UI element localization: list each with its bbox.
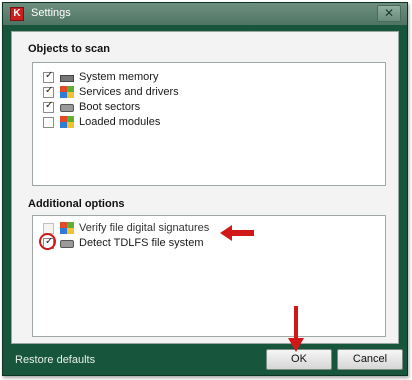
additional-options-list: Verify file digital signatures Detect TD… — [32, 215, 386, 337]
kaspersky-logo-icon: K — [10, 7, 24, 21]
red-arrow-left-icon — [220, 225, 254, 241]
settings-panel: Objects to scan System memory Services a… — [11, 31, 399, 344]
windows-flag-icon — [60, 222, 74, 234]
settings-window: K Settings ✕ Objects to scan System memo… — [2, 2, 408, 376]
highlight-circle-annotation — [39, 233, 56, 250]
services-drivers-label: Services and drivers — [79, 86, 179, 98]
windows-flag-icon — [60, 86, 74, 98]
services-drivers-checkbox[interactable] — [43, 85, 54, 98]
detect-tdlfs-label: Detect TDLFS file system — [79, 237, 204, 249]
memory-icon — [60, 74, 74, 82]
boot-sectors-checkbox[interactable] — [43, 100, 54, 113]
objects-to-scan-heading: Objects to scan — [28, 43, 110, 55]
disk-icon — [60, 240, 74, 248]
verify-signatures-checkbox[interactable] — [43, 222, 54, 234]
list-item-detect-tdlfs[interactable]: Detect TDLFS file system — [43, 236, 204, 250]
red-arrow-down-icon — [288, 306, 304, 352]
loaded-modules-checkbox[interactable] — [43, 116, 54, 128]
ok-button[interactable]: OK — [266, 349, 332, 370]
windows-flag-icon — [60, 116, 74, 128]
cancel-button[interactable]: Cancel — [337, 349, 403, 370]
disk-icon — [60, 104, 74, 112]
title-bar[interactable]: K Settings ✕ — [3, 3, 407, 25]
close-button[interactable]: ✕ — [377, 5, 401, 22]
objects-to-scan-list: System memory Services and drivers Boot … — [32, 62, 386, 186]
additional-options-heading: Additional options — [28, 198, 125, 210]
verify-signatures-label: Verify file digital signatures — [79, 222, 210, 234]
list-item-system-memory[interactable]: System memory — [43, 70, 158, 84]
list-item-services-drivers[interactable]: Services and drivers — [43, 85, 179, 99]
restore-defaults-link[interactable]: Restore defaults — [15, 354, 95, 366]
window-title: Settings — [31, 7, 71, 19]
list-item-verify-signatures[interactable]: Verify file digital signatures — [43, 221, 209, 235]
system-memory-label: System memory — [79, 71, 159, 83]
loaded-modules-label: Loaded modules — [79, 116, 161, 128]
system-memory-checkbox[interactable] — [43, 70, 54, 83]
boot-sectors-label: Boot sectors — [79, 101, 141, 113]
list-item-loaded-modules[interactable]: Loaded modules — [43, 115, 160, 129]
list-item-boot-sectors[interactable]: Boot sectors — [43, 100, 140, 114]
